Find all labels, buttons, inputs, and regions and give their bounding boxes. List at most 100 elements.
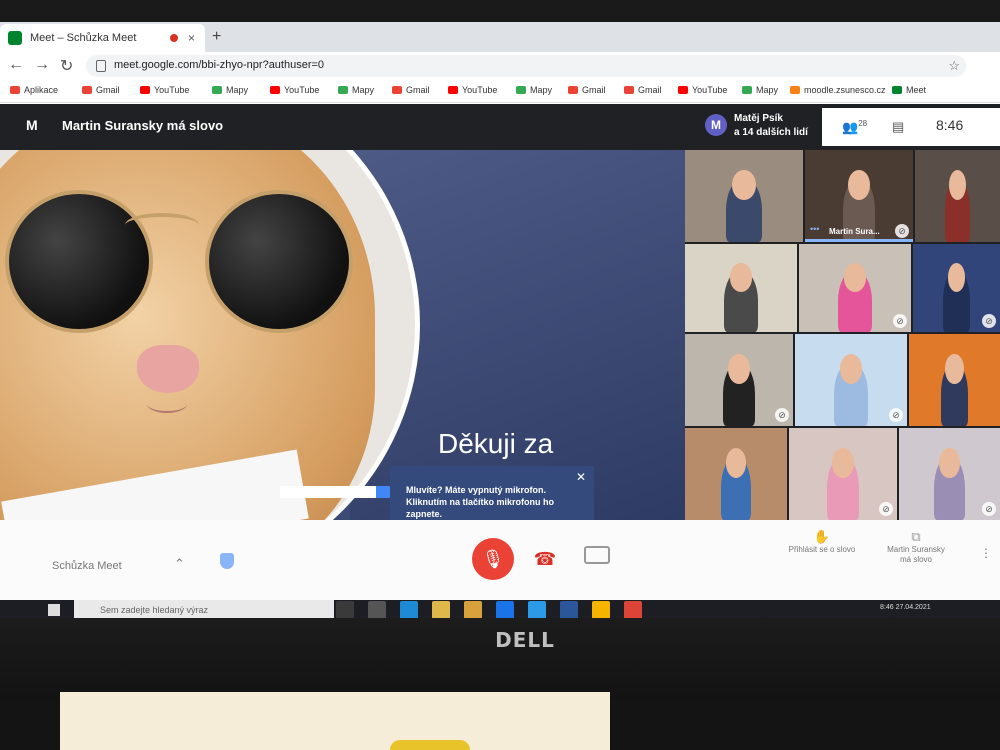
cat-photo bbox=[0, 150, 420, 520]
participant-tile-active[interactable]: ••• Martin Sura... ⊘ bbox=[805, 150, 913, 242]
back-arrow-icon[interactable]: ← bbox=[8, 56, 24, 74]
bookmark-item[interactable]: Mapy bbox=[516, 85, 552, 95]
bookmark-item[interactable]: Gmail bbox=[392, 85, 430, 95]
more-options-icon[interactable]: ⋮ bbox=[980, 546, 992, 560]
chrome-icon[interactable] bbox=[624, 601, 642, 619]
search-placeholder: Sem zadejte hledaný výraz bbox=[100, 605, 209, 615]
lock-icon bbox=[96, 60, 106, 72]
forward-arrow-icon[interactable]: → bbox=[34, 56, 50, 74]
participant-face bbox=[728, 354, 750, 384]
bookmark-item[interactable]: Gmail bbox=[624, 85, 662, 95]
mic-off-icon: ⊘ bbox=[982, 314, 996, 328]
youtube-icon bbox=[270, 86, 280, 94]
tab-meet[interactable]: Meet – Schůzka Meet × bbox=[0, 24, 205, 52]
drive-icon[interactable] bbox=[592, 601, 610, 619]
bookmark-item[interactable]: Aplikace bbox=[10, 85, 58, 95]
bookmark-item[interactable]: Mapy bbox=[338, 85, 374, 95]
store-icon[interactable] bbox=[464, 601, 482, 619]
reload-icon[interactable]: ↻ bbox=[60, 56, 73, 76]
top-controls: 👥28 ▤ 8:46 bbox=[822, 108, 1000, 146]
address-bar[interactable]: meet.google.com/bbi-zhyo-npr?authuser=0 … bbox=[86, 55, 966, 77]
chat-icon[interactable]: ▤ bbox=[892, 119, 904, 135]
microphone-button[interactable]: 🎙 bbox=[472, 538, 514, 580]
slide-text-line: Děkuji za bbox=[438, 428, 554, 459]
task-view-icon[interactable] bbox=[368, 601, 386, 619]
meet-favicon-icon bbox=[8, 31, 22, 45]
file-explorer-icon[interactable] bbox=[432, 601, 450, 619]
participant-tile[interactable]: ⊘ bbox=[899, 428, 1000, 520]
bookmark-item[interactable]: Mapy bbox=[742, 85, 778, 95]
chevron-up-icon[interactable]: ⌃ bbox=[174, 556, 185, 572]
presenter-initial: M bbox=[26, 117, 38, 133]
participant-tile[interactable] bbox=[909, 334, 1000, 426]
meet-top-bar: M Martin Suransky má slovo M Matěj Psík … bbox=[0, 104, 1000, 150]
cortana-icon[interactable] bbox=[336, 601, 354, 619]
participant-tile[interactable] bbox=[685, 244, 797, 332]
leave-call-button[interactable]: ☎ bbox=[530, 544, 560, 574]
bookmark-item[interactable]: moodle.zsunesco.cz bbox=[790, 85, 886, 95]
participant-tile[interactable]: ⊘ bbox=[913, 244, 1000, 332]
participant-tile[interactable]: ⊘ bbox=[799, 244, 911, 332]
bookmark-item[interactable]: YouTube bbox=[270, 85, 319, 95]
cat-nose bbox=[137, 345, 199, 393]
bookmark-star-icon[interactable]: ☆ bbox=[948, 58, 960, 74]
bookmark-item[interactable]: YouTube bbox=[448, 85, 497, 95]
slide-caption bbox=[280, 486, 390, 498]
windows-start-icon[interactable] bbox=[48, 604, 60, 616]
participant-tile[interactable]: ⊘ bbox=[685, 334, 793, 426]
paper-sheet bbox=[60, 692, 610, 750]
taskbar-search-input[interactable]: Sem zadejte hledaný výraz bbox=[74, 600, 334, 620]
bookmark-label: Gmail bbox=[638, 85, 662, 95]
mic-off-icon: ⊘ bbox=[893, 314, 907, 328]
participant-tile[interactable] bbox=[685, 150, 803, 242]
bookmark-item[interactable]: Gmail bbox=[82, 85, 120, 95]
sunglasses-right bbox=[205, 190, 353, 333]
bookmark-item[interactable]: Mapy bbox=[212, 85, 248, 95]
address-row: ← → ↻ meet.google.com/bbi-zhyo-npr?authu… bbox=[0, 52, 1000, 80]
bookmark-label: Gmail bbox=[96, 85, 120, 95]
participant-tile[interactable]: ⊘ bbox=[789, 428, 897, 520]
yellow-sticker bbox=[390, 740, 470, 750]
participant-face bbox=[839, 354, 863, 384]
slide-caption-button bbox=[376, 486, 390, 498]
participant-tile[interactable] bbox=[915, 150, 1000, 242]
gmail-icon bbox=[82, 86, 92, 94]
bookmark-item[interactable]: Gmail bbox=[568, 85, 606, 95]
meeting-details-button[interactable]: Schůzka Meet bbox=[52, 560, 122, 572]
bookmark-label: YouTube bbox=[462, 85, 498, 95]
close-icon[interactable]: ✕ bbox=[576, 470, 586, 484]
ie-icon[interactable] bbox=[528, 601, 546, 619]
participants-icon[interactable]: 👥28 bbox=[842, 119, 867, 135]
edge-icon[interactable] bbox=[400, 601, 418, 619]
sunglasses-left bbox=[5, 190, 153, 333]
bookmark-label: Mapy bbox=[226, 85, 249, 95]
mic-off-icon: ⊘ bbox=[889, 408, 903, 422]
mail-icon[interactable] bbox=[496, 601, 514, 619]
bookmark-item[interactable]: YouTube bbox=[140, 85, 189, 95]
mic-off-icon: ⊘ bbox=[982, 502, 996, 516]
presentation-button[interactable]: ⧉ Martin Suransky má slovo bbox=[866, 529, 966, 565]
word-icon[interactable] bbox=[560, 601, 578, 619]
meet-window: M Martin Suransky má slovo M Matěj Psík … bbox=[0, 104, 1000, 620]
participant-tile[interactable] bbox=[685, 428, 787, 520]
raise-hand-button[interactable]: ✋ Přihlásit se o slovo bbox=[772, 530, 872, 555]
camera-button[interactable] bbox=[584, 546, 610, 564]
tab-title: Meet – Schůzka Meet bbox=[30, 32, 137, 44]
bookmark-label: Aplikace bbox=[24, 85, 59, 95]
present-screen-icon: ⧉ bbox=[911, 529, 921, 544]
participant-face bbox=[945, 354, 964, 384]
bookmark-item[interactable]: Meet bbox=[892, 85, 926, 95]
participant-tile[interactable]: ⊘ bbox=[795, 334, 907, 426]
participants-count: 28 bbox=[858, 119, 868, 128]
cat-mouth bbox=[147, 395, 187, 413]
speaker-title: Martin Suransky má slovo bbox=[62, 118, 224, 133]
active-speaker-bar bbox=[805, 239, 913, 242]
mic-off-icon: ⊘ bbox=[895, 224, 909, 238]
security-shield-icon[interactable] bbox=[220, 553, 234, 569]
bookmark-label: Meet bbox=[906, 85, 927, 95]
tab-close-icon[interactable]: × bbox=[188, 31, 195, 45]
participant-face bbox=[729, 263, 753, 292]
moodle-icon bbox=[790, 86, 800, 94]
bookmark-item[interactable]: YouTube bbox=[678, 85, 727, 95]
new-tab-button[interactable]: + bbox=[212, 28, 221, 46]
